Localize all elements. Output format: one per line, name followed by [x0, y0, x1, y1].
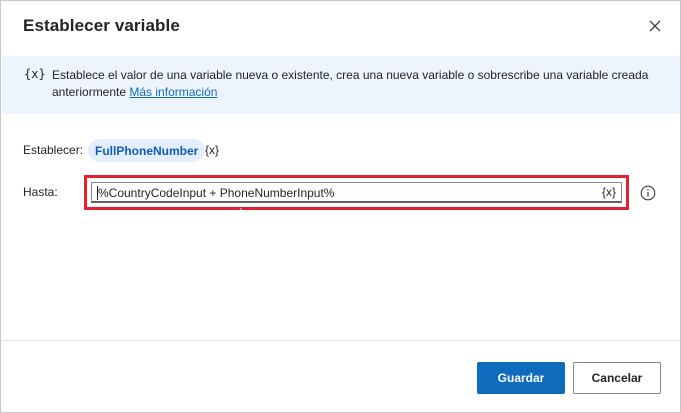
info-circle-icon[interactable]	[640, 185, 656, 201]
save-button[interactable]: Guardar	[477, 362, 565, 394]
footer-divider	[2, 340, 680, 341]
resize-mark	[240, 208, 242, 210]
more-info-link[interactable]: Más información	[129, 85, 217, 99]
close-icon	[649, 20, 661, 32]
info-bar: {x} Establece el valor de una variable n…	[2, 56, 680, 114]
info-description: Establece el valor de una variable nueva…	[52, 67, 652, 101]
cancel-button[interactable]: Cancelar	[573, 362, 661, 394]
variable-picker-button[interactable]: {x}	[205, 143, 219, 157]
to-label: Hasta:	[23, 185, 58, 199]
value-variable-picker-button[interactable]: {x}	[602, 185, 616, 199]
variable-icon: {x}	[24, 67, 46, 81]
dialog-title: Establecer variable	[23, 16, 180, 35]
close-button[interactable]	[642, 13, 668, 39]
set-variable-dialog: Establecer variable {x} Establece el val…	[0, 0, 681, 413]
value-input-text: %CountryCodeInput + PhoneNumberInput%	[98, 186, 335, 200]
highlight-outline: %CountryCodeInput + PhoneNumberInput% {x…	[84, 175, 629, 210]
variable-name-chip[interactable]: FullPhoneNumber	[88, 139, 206, 162]
set-label: Establecer:	[23, 143, 84, 157]
value-input[interactable]: %CountryCodeInput + PhoneNumberInput% {x…	[91, 182, 622, 203]
